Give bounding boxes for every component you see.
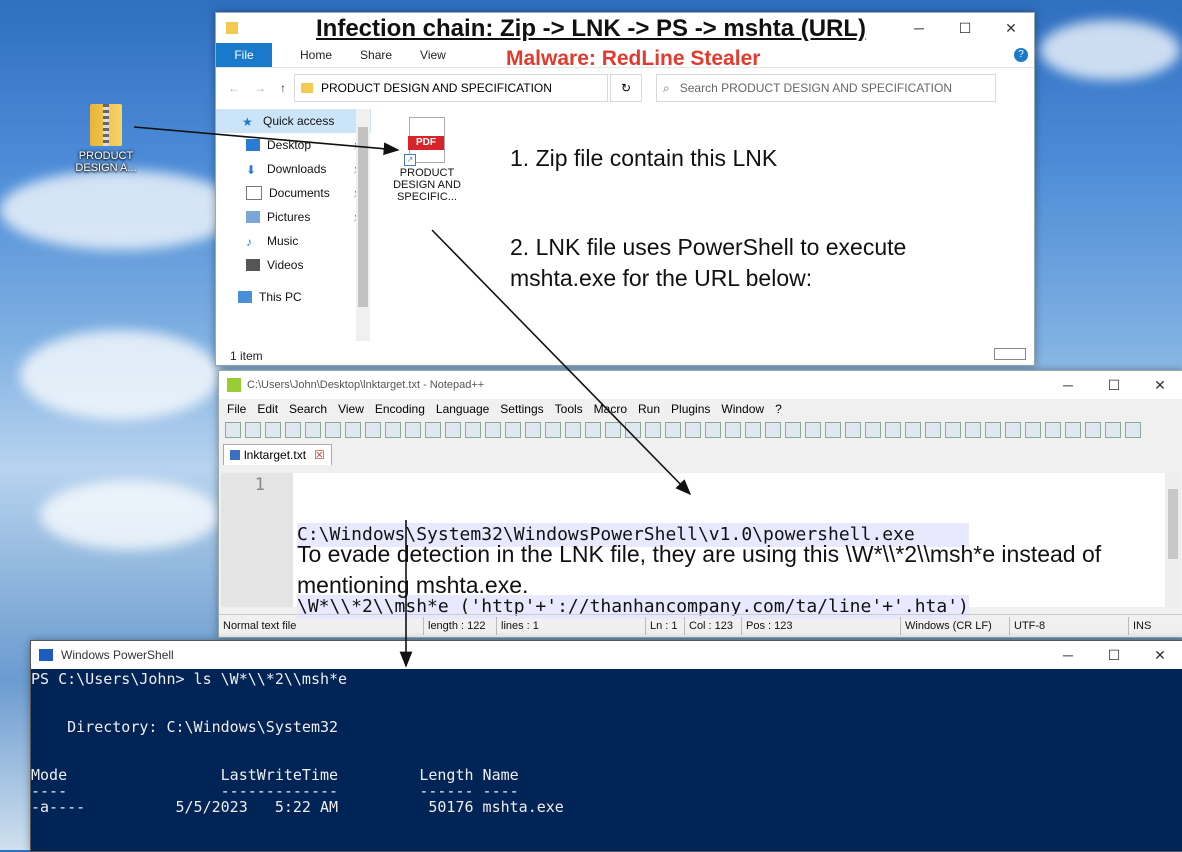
arrow-zip-to-lnk: [133, 126, 400, 156]
annotation-arrows: [133, 126, 692, 668]
arrow-lnk-to-code: [431, 229, 692, 496]
